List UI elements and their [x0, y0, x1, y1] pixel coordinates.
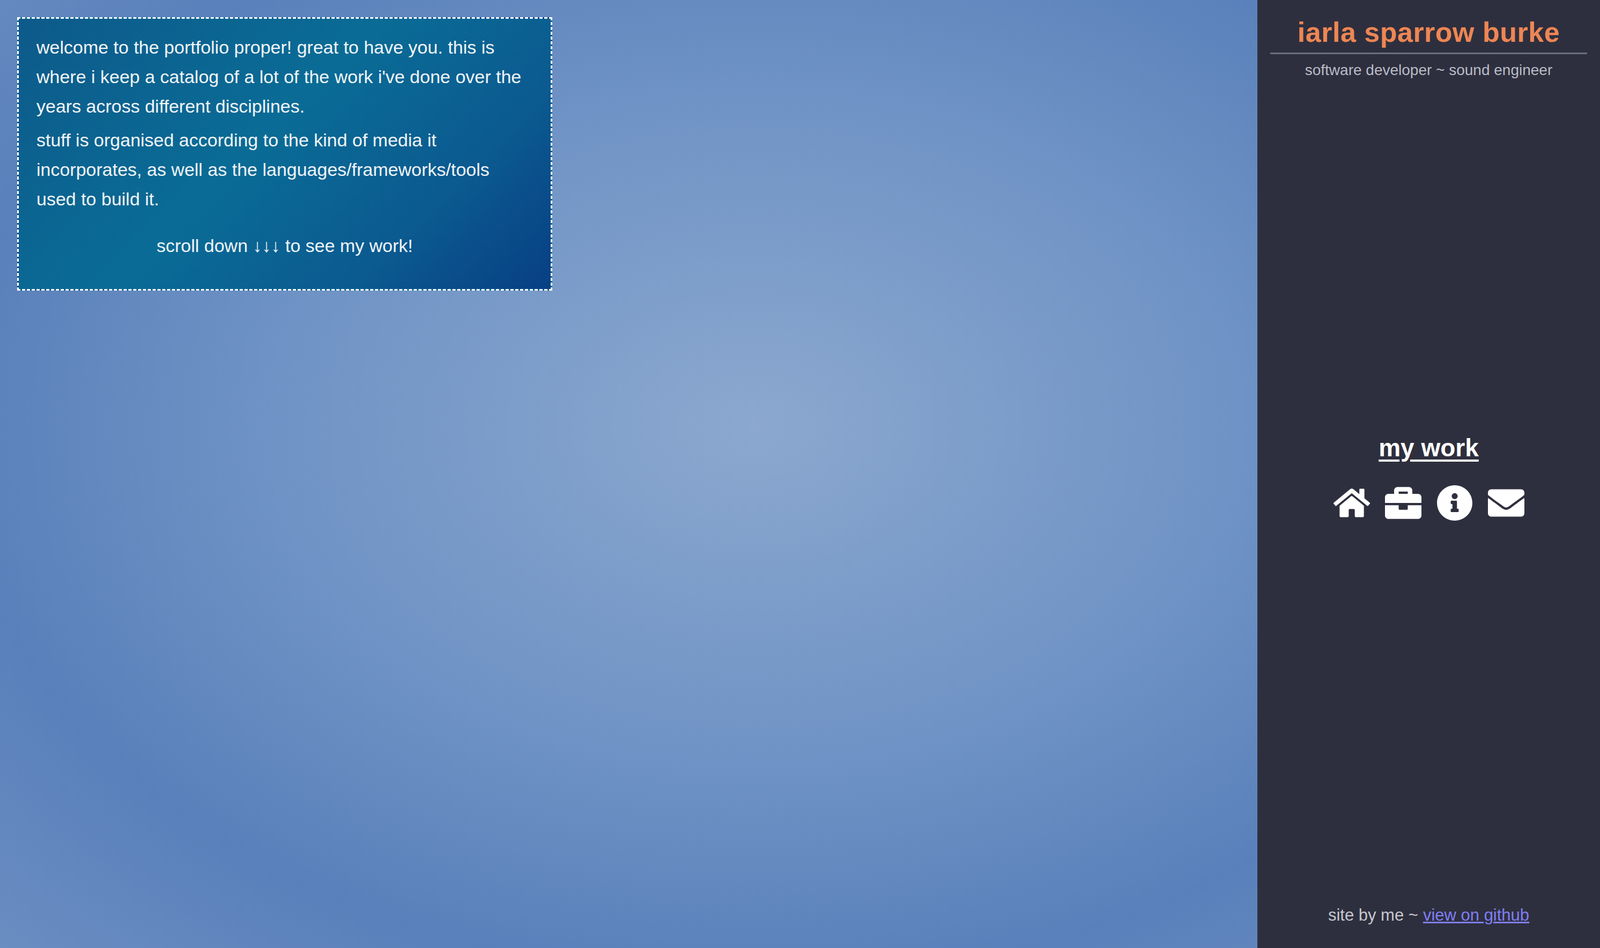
page: welcome to the portfolio proper! great t…: [0, 0, 1600, 948]
scroll-hint: scroll down ↓↓↓ to see my work!: [36, 231, 533, 261]
intro-box: welcome to the portfolio proper! great t…: [17, 17, 553, 291]
site-tagline: software developer ~ sound engineer: [1257, 59, 1600, 81]
github-link[interactable]: view on github: [1423, 904, 1530, 927]
nav-bar: [1333, 484, 1525, 522]
briefcase-icon[interactable]: [1384, 484, 1422, 522]
intro-paragraph: welcome to the portfolio proper! great t…: [36, 32, 533, 122]
site-footer: site by me ~view on github: [1257, 904, 1600, 927]
page-title: my work: [1378, 432, 1479, 464]
footer-credit: site by me ~: [1328, 904, 1419, 927]
site-title[interactable]: iarla sparrow burke: [1270, 15, 1588, 50]
home-icon[interactable]: [1333, 484, 1370, 522]
sidebar: iarla sparrow burke software developer ~ …: [1257, 0, 1600, 948]
envelope-icon[interactable]: [1487, 484, 1525, 522]
info-icon[interactable]: [1436, 484, 1473, 522]
photo-background: welcome to the portfolio proper! great t…: [0, 0, 1258, 948]
intro-paragraph: stuff is organised according to the kind…: [36, 125, 533, 214]
